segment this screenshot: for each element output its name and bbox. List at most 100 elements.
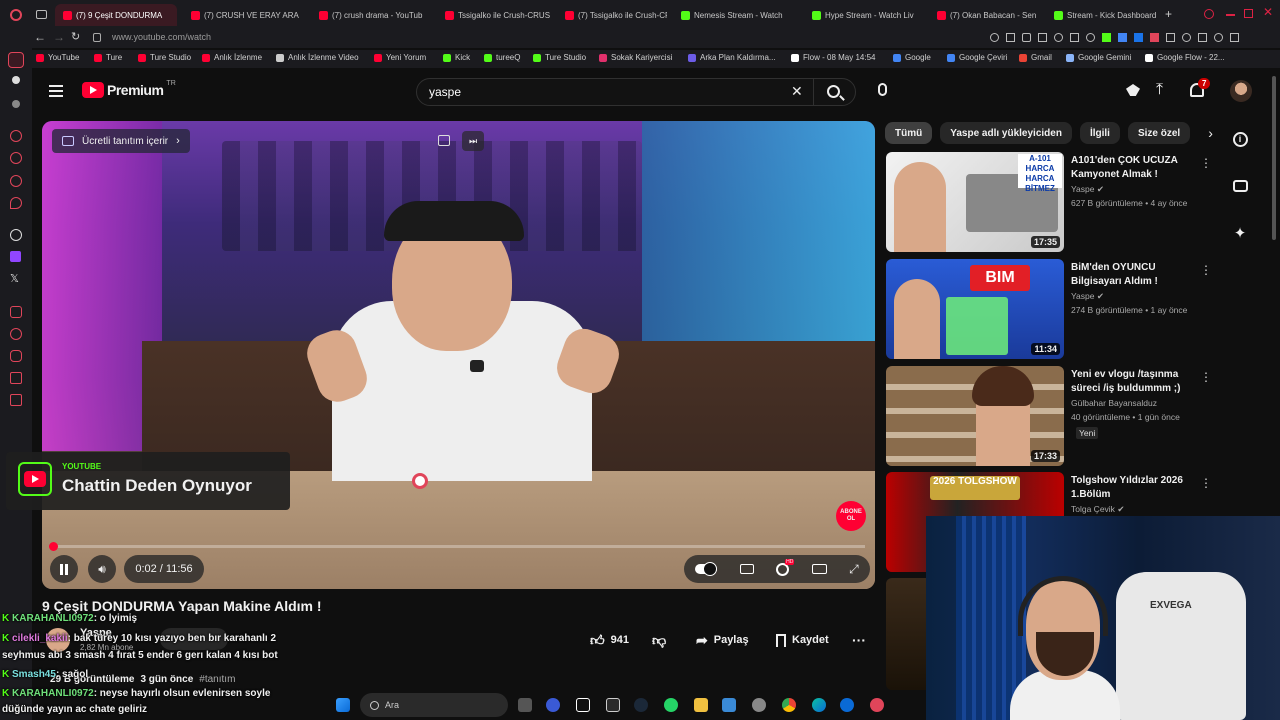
settings-gear-icon[interactable]: HD [776, 558, 795, 576]
task-view-icon[interactable] [518, 698, 532, 712]
bookmark-item[interactable]: Anlık İzlenme Video [276, 53, 359, 62]
thumbnail[interactable]: A-101 HARCA HARCA BİTMEZ 17:35 [886, 152, 1064, 252]
tiktok-icon[interactable] [576, 698, 590, 712]
instagram-icon[interactable] [10, 350, 22, 362]
avatar[interactable] [1230, 80, 1252, 102]
chip-from-uploader[interactable]: Yaspe adlı yükleyiciden [940, 122, 1072, 144]
bookmark-item[interactable]: Google Gemini [1066, 53, 1131, 62]
page-scrollbar[interactable] [1272, 76, 1276, 240]
opera-gx-icon[interactable] [870, 698, 884, 712]
volume-button[interactable]: 🔊︎ [88, 555, 116, 583]
music-icon[interactable] [10, 306, 22, 318]
sparkle-icon[interactable]: ✦ [1230, 223, 1250, 243]
chatgpt-icon[interactable] [10, 229, 22, 241]
maximize-button[interactable] [1244, 9, 1253, 18]
cast-icon[interactable] [1126, 84, 1140, 96]
chip-related[interactable]: İlgili [1079, 122, 1120, 144]
share-button[interactable]: ➦ Paylaş [696, 628, 749, 652]
bookmark-item[interactable]: Gmail [1019, 53, 1052, 62]
bookmark-item[interactable]: YouTube [36, 53, 79, 62]
browser-logo-icon[interactable] [10, 9, 22, 21]
more-actions-button[interactable]: ··· [852, 628, 866, 652]
video-player[interactable]: Ücretli tanıtım içerir › ⏭ ABONE OL 🔊︎ 0… [42, 121, 875, 589]
clear-search-icon[interactable]: ✕ [791, 83, 803, 100]
rec-title[interactable]: BiM'den OYUNCU Bilgisayarı Aldım ! [1071, 261, 1196, 289]
wallet-icon[interactable] [10, 394, 22, 406]
close-window-button[interactable]: ✕ [1263, 5, 1273, 19]
save-button[interactable]: Kaydet [776, 628, 829, 652]
rec-title[interactable]: A101'den ÇOK UCUZA Kamyonet Almak ! [1071, 154, 1196, 182]
youtube-logo[interactable]: Premium TR [82, 80, 176, 98]
browser-tab[interactable]: (7) Tssigalko ile Crush-CR [557, 4, 667, 26]
search-icon[interactable] [827, 85, 845, 101]
thumbnail[interactable]: BIM 11:34 [886, 259, 1064, 359]
history-icon[interactable] [10, 328, 22, 340]
autoplay-toggle[interactable] [695, 562, 718, 576]
taskbar-search[interactable]: Ara [360, 693, 508, 717]
rec-channel[interactable]: Yaspe ✔ [1071, 291, 1104, 302]
theater-mode-icon[interactable] [811, 564, 827, 574]
browser-tab[interactable]: Nemesis Stream - Watch [673, 4, 797, 26]
messenger-icon[interactable] [10, 152, 22, 164]
tab-strip-icon[interactable] [36, 10, 47, 19]
rec-title[interactable]: Tolgshow Yıldızlar 2026 1.Bölüm [1071, 474, 1196, 502]
back-icon[interactable]: ← [34, 30, 46, 44]
progress-scrubber[interactable] [49, 542, 58, 551]
info-icon[interactable]: i [1230, 129, 1250, 149]
whatsapp-icon[interactable] [10, 175, 22, 187]
browser-tab[interactable]: (7) crush drama - YouTub [311, 4, 431, 26]
location-icon[interactable] [10, 197, 22, 209]
browser-tab[interactable]: Tssigalko ile Crush-CRUS [437, 4, 551, 26]
bookmark-item[interactable]: Google [893, 53, 931, 62]
dislike-button[interactable]: 👎︎ [652, 628, 666, 652]
chip-for-you[interactable]: Size özel [1127, 122, 1191, 144]
bookmark-item[interactable]: Ture Studio [533, 53, 586, 62]
bookmark-item[interactable]: Ture [94, 53, 122, 62]
upload-icon[interactable]: ⤒ [1156, 81, 1163, 99]
miniplayer-icon[interactable] [438, 135, 450, 146]
epic-games-icon[interactable] [606, 698, 620, 712]
bag-icon[interactable] [10, 372, 22, 384]
pause-button[interactable] [50, 555, 78, 583]
rec-channel[interactable]: Tolga Çevik ✔ [1071, 504, 1124, 515]
steam-icon[interactable] [634, 698, 648, 712]
bookmark-item[interactable]: tureeQ [484, 53, 520, 62]
progress-bar[interactable] [52, 545, 865, 548]
bookmark-item[interactable]: Sokak Kariyercisi [599, 53, 672, 62]
browser-tab[interactable]: (7) 9 Çeşit DONDURMA [55, 4, 177, 26]
app-icon[interactable] [546, 698, 560, 712]
recommendation-item[interactable]: BIM 11:34 BiM'den OYUNCU Bilgisayarı Ald… [886, 259, 1216, 361]
menu-icon[interactable] [49, 85, 63, 97]
windows-start-icon[interactable] [336, 698, 350, 712]
store-icon[interactable] [722, 698, 736, 712]
chevron-right-icon[interactable]: › [1198, 122, 1213, 144]
home-icon[interactable] [8, 52, 24, 68]
minimize-button[interactable] [1226, 14, 1235, 16]
bookmark-item[interactable]: Ture Studio [138, 53, 191, 62]
chip-all[interactable]: Tümü [885, 122, 933, 144]
hashtag-link[interactable]: #tanıtım [199, 674, 235, 685]
edge-icon[interactable] [812, 698, 826, 712]
bookmark-item[interactable]: Google Çeviri [947, 53, 1007, 62]
paid-promotion-badge[interactable]: Ücretli tanıtım içerir › [52, 129, 190, 153]
search-box[interactable]: ✕ [416, 78, 856, 106]
captions-icon[interactable] [739, 564, 754, 574]
bookmark-item[interactable]: Google Flow - 22... [1145, 53, 1225, 62]
chrome-icon[interactable] [782, 698, 796, 712]
chat-icon[interactable] [1230, 176, 1250, 196]
rec-title[interactable]: Yeni ev vlogu /taşınma süreci /iş buldum… [1071, 368, 1196, 396]
fullscreen-icon[interactable]: ⤢ [849, 562, 859, 577]
recommendation-item[interactable]: A-101 HARCA HARCA BİTMEZ 17:35 A101'den … [886, 152, 1216, 254]
new-tab-button[interactable]: + [1165, 7, 1172, 21]
whatsapp-icon[interactable] [664, 698, 678, 712]
bookmark-item[interactable]: Flow - 08 May 14:54 [791, 53, 875, 62]
bookmark-item[interactable]: Anlık İzlenme [202, 53, 262, 62]
rec-channel[interactable]: Gülbahar Bayansalduz [1071, 398, 1157, 408]
twitch-icon[interactable] [10, 251, 21, 262]
search-tabs-icon[interactable] [1204, 9, 1214, 19]
reload-icon[interactable]: ↻ [71, 30, 80, 43]
more-options-icon[interactable]: ⋮ [1200, 156, 1212, 170]
like-button[interactable]: 👍︎ 941 [590, 628, 629, 652]
microphone-icon[interactable] [878, 83, 887, 96]
url-field[interactable]: www.youtube.com/watch [112, 32, 211, 42]
